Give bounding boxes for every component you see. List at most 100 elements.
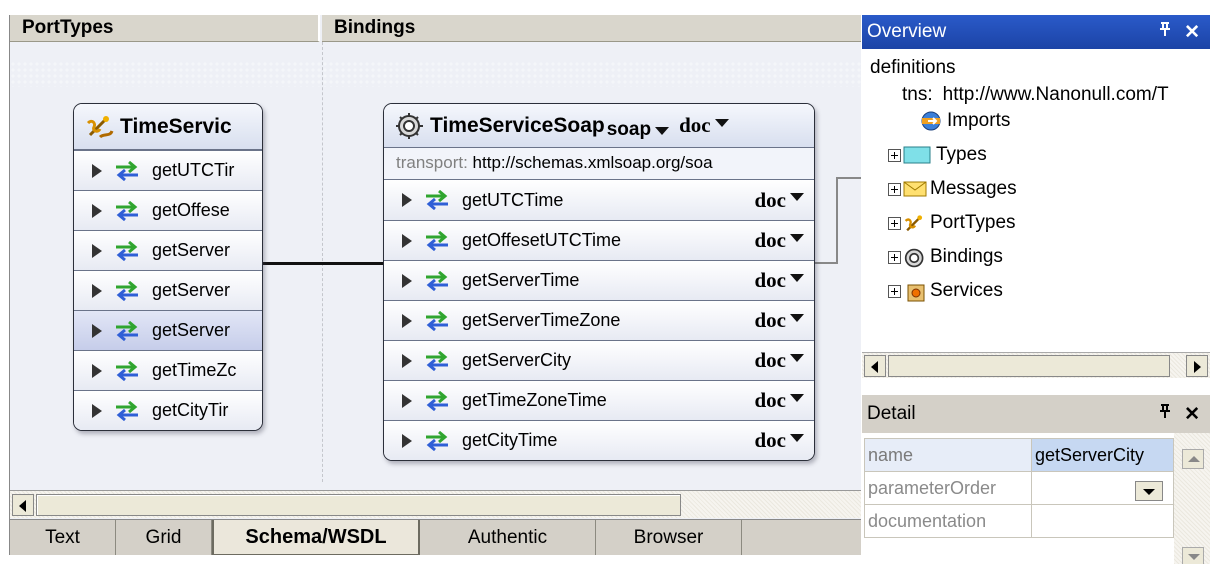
binding-style-dropdown[interactable]: doc (679, 113, 739, 138)
expand-triangle-icon[interactable] (92, 163, 102, 178)
porttype-operation-row[interactable]: getServer (74, 270, 262, 310)
operation-style-dropdown[interactable]: doc (755, 348, 815, 373)
operation-style-dropdown[interactable]: doc (755, 428, 815, 453)
detail-value-name[interactable]: getServerCity (1031, 438, 1174, 472)
types-icon (903, 145, 931, 165)
expand-triangle-icon[interactable] (92, 363, 102, 378)
overview-horizontal-scrollbar[interactable] (862, 352, 1210, 378)
expand-triangle-icon[interactable] (402, 233, 412, 248)
tree-node-services[interactable]: Services (888, 280, 1003, 302)
tab-browser[interactable]: Browser (596, 520, 742, 555)
binding-operation-row[interactable]: getServerCity doc (384, 340, 814, 380)
porttype-operation-row[interactable]: getServer (74, 230, 262, 270)
expand-triangle-icon[interactable] (402, 193, 412, 207)
protocol-dropdown[interactable]: soap (607, 111, 670, 141)
operation-style-dropdown[interactable]: doc (755, 308, 815, 333)
view-tabs: Text Grid Schema/WSDL Authentic Browser (10, 519, 861, 555)
expand-triangle-icon[interactable] (402, 353, 412, 368)
expand-triangle-icon[interactable] (402, 433, 412, 448)
overview-panel-title: Overview ✕ (862, 15, 1210, 49)
transport-value: http://schemas.xmlsoap.org/soa (472, 153, 713, 172)
tab-schema-wsdl[interactable]: Schema/WSDL (212, 520, 420, 555)
tree-node-types[interactable]: Types (888, 144, 987, 166)
expand-triangle-icon[interactable] (92, 243, 102, 258)
operation-style-dropdown[interactable]: doc (755, 388, 815, 413)
messages-label: Messages (930, 178, 1017, 199)
expand-icon[interactable] (888, 148, 901, 162)
detail-vertical-scrollbar[interactable] (1174, 433, 1210, 564)
tree-node-imports[interactable]: Imports (920, 110, 1010, 132)
dropdown-button[interactable] (1135, 480, 1163, 501)
operation-style-value: doc (754, 268, 787, 292)
overview-tree[interactable]: definitions tns: http://www.Nanonull.com… (862, 49, 1210, 352)
scroll-thumb[interactable] (888, 355, 1170, 377)
scroll-left-button[interactable] (12, 494, 34, 516)
tree-root-definitions[interactable]: definitions (870, 57, 956, 79)
wsdl-design-canvas[interactable]: PortTypes Bindings TimeServic getUTCTir g… (9, 15, 861, 555)
operation-style-value: doc (754, 388, 787, 412)
expand-triangle-icon[interactable] (92, 323, 102, 338)
pin-icon[interactable] (1158, 403, 1172, 426)
detail-value-parameterorder[interactable] (1031, 471, 1174, 505)
operation-arrows-icon (114, 320, 140, 341)
scroll-thumb[interactable] (36, 494, 681, 516)
binding-operation-row[interactable]: getOffesetUTCTime doc (384, 220, 814, 260)
operation-name: getTimeZoneTime (462, 390, 607, 410)
detail-row-parameterorder[interactable]: parameterOrder (864, 471, 1174, 505)
close-icon[interactable]: ✕ (1184, 21, 1200, 44)
scroll-up-button[interactable] (1182, 449, 1204, 469)
expand-icon[interactable] (888, 250, 901, 264)
scroll-left-button[interactable] (864, 355, 886, 377)
transport-row[interactable]: transport: http://schemas.xmlsoap.org/so… (384, 148, 814, 180)
detail-row-documentation[interactable]: documentation (864, 504, 1174, 538)
operation-arrows-icon (114, 280, 140, 301)
expand-triangle-icon[interactable] (92, 283, 102, 298)
bindings-column-header: Bindings (322, 15, 861, 42)
porttype-box[interactable]: TimeServic getUTCTir getOffese getServer ge… (73, 103, 263, 431)
binding-operation-row[interactable]: getServerTimeZone doc (384, 300, 814, 340)
porttype-box-header[interactable]: TimeServic (74, 104, 262, 150)
tab-authentic[interactable]: Authentic (420, 520, 596, 555)
canvas-horizontal-scrollbar[interactable] (10, 490, 861, 518)
expand-icon[interactable] (888, 284, 901, 298)
tree-node-bindings[interactable]: Bindings (888, 246, 1003, 268)
operation-style-value: doc (754, 428, 787, 452)
expand-triangle-icon[interactable] (402, 313, 412, 328)
expand-triangle-icon[interactable] (92, 203, 102, 218)
porttype-operation-row[interactable]: getUTCTir (74, 150, 262, 190)
tab-text[interactable]: Text (10, 520, 116, 555)
binding-box[interactable]: TimeServiceSoap soap doc transport: http… (383, 103, 815, 461)
binding-operation-row[interactable]: getServerTime doc (384, 260, 814, 300)
porttype-operation-row[interactable]: getServer (74, 310, 262, 350)
scroll-down-button[interactable] (1182, 547, 1204, 564)
expand-triangle-icon[interactable] (402, 273, 412, 288)
binding-service-connector-top (836, 177, 861, 179)
chevron-down-icon (790, 353, 804, 362)
pin-icon[interactable] (1158, 21, 1172, 44)
close-icon[interactable]: ✕ (1184, 403, 1200, 426)
binding-operation-row[interactable]: getTimeZoneTime doc (384, 380, 814, 420)
porttype-operation-row[interactable]: getCityTir (74, 390, 262, 430)
detail-row-name[interactable]: name getServerCity (864, 438, 1174, 472)
tree-node-messages[interactable]: Messages (888, 178, 1017, 200)
detail-value-documentation[interactable] (1031, 504, 1174, 538)
expand-icon[interactable] (888, 216, 901, 230)
expand-triangle-icon[interactable] (92, 403, 102, 418)
expand-icon[interactable] (888, 182, 901, 196)
services-icon (903, 281, 927, 302)
operation-arrows-icon (114, 160, 140, 181)
operation-arrows-icon (424, 350, 450, 371)
scroll-right-button[interactable] (1186, 355, 1208, 377)
binding-operation-row[interactable]: getCityTime doc (384, 420, 814, 460)
tree-node-porttypes[interactable]: PortTypes (888, 212, 1016, 234)
porttype-operation-row[interactable]: getTimeZc (74, 350, 262, 390)
types-label: Types (936, 144, 987, 165)
tab-grid[interactable]: Grid (116, 520, 212, 555)
operation-style-dropdown[interactable]: doc (755, 188, 815, 213)
operation-style-dropdown[interactable]: doc (755, 268, 815, 293)
operation-style-dropdown[interactable]: doc (755, 228, 815, 253)
binding-operation-row[interactable]: getUTCTime doc (384, 180, 814, 220)
expand-triangle-icon[interactable] (402, 393, 412, 408)
binding-box-header[interactable]: TimeServiceSoap soap doc (384, 104, 814, 148)
porttype-operation-row[interactable]: getOffese (74, 190, 262, 230)
